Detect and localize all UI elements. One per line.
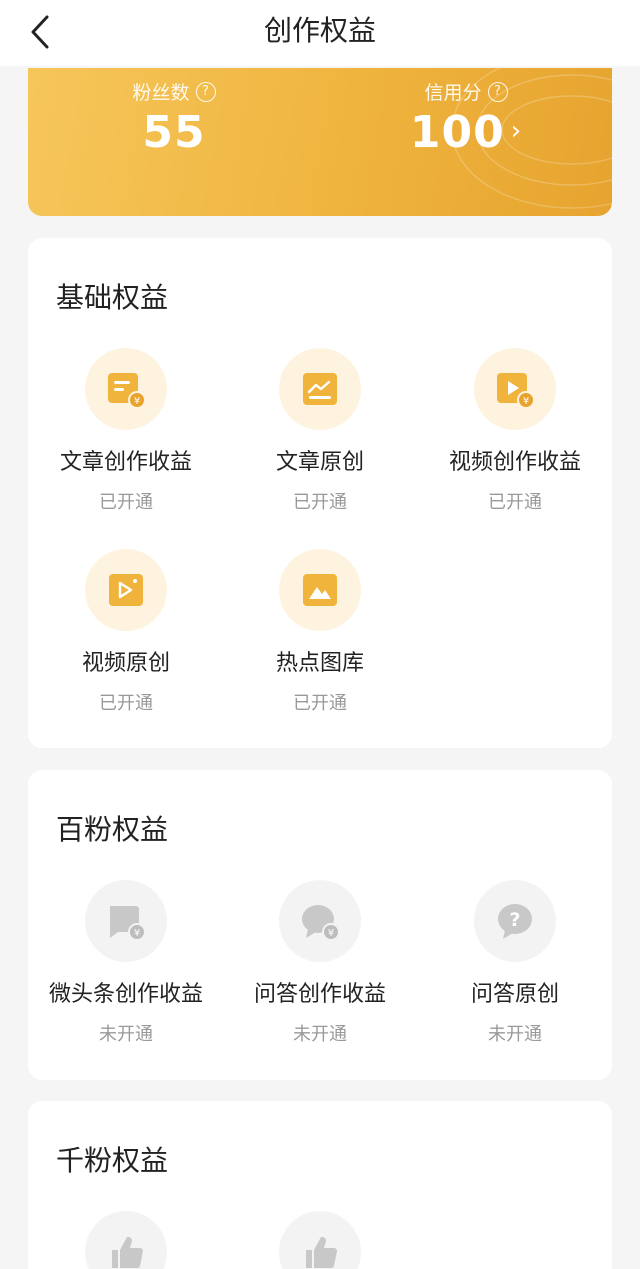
thousand-fans-benefits-card: 千粉权益 (28, 1101, 612, 1269)
benefit-image-library[interactable]: 热点图库 已开通 (222, 549, 418, 715)
credit-value: 100 (409, 107, 505, 158)
chevron-right-icon[interactable]: › (511, 116, 522, 146)
hundred-fans-benefits-card: 百粉权益 ¥ 微头条创作收益 未开通 ¥ 问答创作收益 未开通 ? 问答原创 未… (28, 770, 612, 1080)
svg-text:¥: ¥ (134, 928, 140, 939)
stats-banner: 粉丝数 ? 55 信用分 ? 100 › (28, 68, 612, 216)
section-title: 基础权益 (56, 281, 169, 314)
benefit-label: 微头条创作收益 (48, 982, 203, 1007)
benefit-label: 热点图库 (275, 651, 364, 676)
thumbs-up-icon (112, 1236, 143, 1269)
credit-label: 信用分 (424, 82, 482, 104)
benefit-article-original[interactable]: 文章原创 已开通 (222, 348, 418, 514)
svg-text:¥: ¥ (134, 396, 140, 407)
thumbs-up-icon (306, 1236, 337, 1269)
page-title: 创作权益 (263, 14, 376, 47)
benefit-qa-original[interactable]: ? 问答原创 未开通 (417, 880, 613, 1046)
qa-original-icon: ? (498, 904, 532, 939)
video-original-icon (109, 574, 143, 606)
article-income-icon: ¥ (108, 373, 146, 409)
svg-text:?: ? (509, 909, 520, 931)
benefit-status: 已开通 (488, 492, 542, 513)
fans-stat: 粉丝数 ? 55 (28, 78, 320, 158)
benefit-micro-post-income[interactable]: ¥ 微头条创作收益 未开通 (28, 880, 224, 1046)
benefit-label: 视频创作收益 (448, 450, 581, 475)
svg-text:¥: ¥ (523, 396, 529, 407)
top-bar: 创作权益 (0, 0, 640, 66)
credit-stat[interactable]: 信用分 ? 100 › (320, 78, 612, 158)
benefit-video-income[interactable]: ¥ 视频创作收益 已开通 (417, 348, 613, 514)
benefit-status: 未开通 (99, 1024, 153, 1045)
qa-income-icon: ¥ (302, 905, 340, 941)
benefit-status: 未开通 (488, 1024, 542, 1045)
help-icon[interactable]: ? (195, 81, 216, 102)
article-original-icon (303, 373, 337, 405)
benefit-article-income[interactable]: ¥ 文章创作收益 已开通 (28, 348, 224, 514)
benefit-status: 已开通 (293, 492, 347, 513)
benefit-label: 视频原创 (81, 651, 170, 676)
benefit-status: 未开通 (293, 1024, 347, 1045)
benefit-locked-item[interactable] (222, 1211, 418, 1269)
micro-post-income-icon: ¥ (110, 906, 146, 941)
basic-benefits-card: 基础权益 ¥ 文章创作收益 已开通 文章原创 已开通 ¥ 视频创作收益 已开通 … (28, 238, 612, 748)
fans-label: 粉丝数 (132, 82, 190, 104)
image-library-icon (303, 574, 337, 606)
benefit-locked-item[interactable] (28, 1211, 224, 1269)
fans-value: 55 (142, 107, 206, 158)
video-income-icon: ¥ (497, 373, 535, 409)
benefit-label: 文章原创 (275, 450, 364, 475)
section-title: 百粉权益 (56, 813, 169, 846)
benefit-video-original[interactable]: 视频原创 已开通 (28, 549, 224, 715)
benefit-status: 已开通 (99, 693, 153, 714)
help-icon[interactable]: ? (487, 81, 508, 102)
benefit-qa-income[interactable]: ¥ 问答创作收益 未开通 (222, 880, 418, 1046)
benefit-label: 问答原创 (470, 982, 559, 1007)
svg-text:¥: ¥ (328, 928, 334, 939)
section-title: 千粉权益 (56, 1144, 169, 1177)
benefit-label: 文章创作收益 (59, 450, 192, 475)
benefit-label: 问答创作收益 (253, 982, 386, 1007)
benefit-status: 已开通 (293, 693, 347, 714)
benefit-status: 已开通 (99, 492, 153, 513)
